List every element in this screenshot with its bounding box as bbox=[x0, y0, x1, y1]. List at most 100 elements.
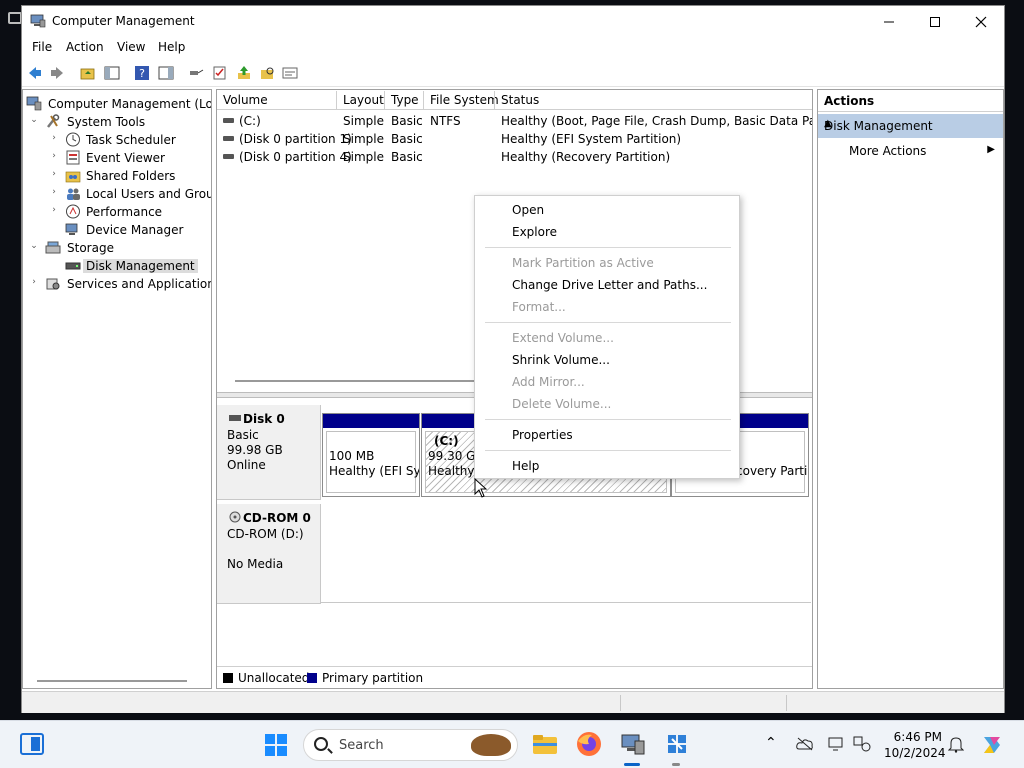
volume-row[interactable]: (Disk 0 partition 4) Simple Basic Health… bbox=[217, 148, 812, 166]
properties-icon[interactable] bbox=[282, 65, 298, 81]
chevron-right-icon[interactable]: › bbox=[49, 133, 59, 143]
actions-section-disk-management[interactable]: Disk Management ▲ bbox=[818, 114, 1003, 138]
menu-item-open[interactable]: Open bbox=[475, 199, 739, 221]
volume-row[interactable]: (Disk 0 partition 1) Simple Basic Health… bbox=[217, 130, 812, 148]
tree-item-event-viewer[interactable]: › Event Viewer bbox=[23, 149, 211, 167]
chevron-right-icon[interactable]: › bbox=[29, 277, 39, 287]
disk-drive-icon bbox=[65, 262, 81, 270]
connect-icon[interactable] bbox=[188, 65, 204, 81]
actions-pane: Actions Disk Management ▲ More Actions ▶ bbox=[817, 89, 1004, 689]
search-folder-icon[interactable] bbox=[260, 65, 276, 81]
system-clock[interactable]: 6:46 PM 10/2/2024 bbox=[884, 729, 946, 761]
column-status[interactable]: Status bbox=[501, 93, 539, 107]
network-status-icon[interactable] bbox=[853, 736, 871, 752]
menu-item-shrink-volume[interactable]: Shrink Volume... bbox=[475, 349, 739, 371]
more-actions-item[interactable]: More Actions ▶ bbox=[818, 140, 1003, 162]
column-file-system[interactable]: File System bbox=[430, 93, 499, 107]
firefox-icon[interactable] bbox=[576, 731, 602, 757]
volume-list-scrollbar[interactable] bbox=[235, 380, 475, 382]
notification-bell-icon[interactable] bbox=[948, 736, 964, 753]
storage-icon bbox=[45, 241, 61, 254]
tree-item-device-manager[interactable]: Device Manager bbox=[23, 221, 211, 239]
title-bar: Computer Management bbox=[22, 6, 1004, 37]
tree-item-storage[interactable]: ⌄ Storage bbox=[23, 239, 211, 257]
device-manager-icon bbox=[65, 223, 78, 235]
tree-item-shared-folders[interactable]: › Shared Folders bbox=[23, 167, 211, 185]
column-type[interactable]: Type bbox=[391, 93, 419, 107]
menu-action[interactable]: Action bbox=[66, 40, 104, 54]
tree-label-performance: Performance bbox=[86, 205, 163, 219]
chevron-down-icon[interactable]: ⌄ bbox=[29, 241, 39, 251]
tree-item-disk-management[interactable]: Disk Management bbox=[23, 257, 211, 275]
tree-item-root[interactable]: Computer Management (Local bbox=[23, 95, 211, 113]
copilot-icon[interactable] bbox=[980, 733, 1004, 757]
menu-item-explore[interactable]: Explore bbox=[475, 221, 739, 243]
menu-item-help[interactable]: Help bbox=[475, 455, 739, 477]
tree-label-device-manager: Device Manager bbox=[86, 223, 184, 237]
menu-item-change-drive-letter[interactable]: Change Drive Letter and Paths... bbox=[475, 274, 739, 296]
minimize-button[interactable] bbox=[866, 6, 912, 37]
tree-horizontal-scrollbar[interactable] bbox=[37, 680, 187, 682]
partition-efi[interactable]: 100 MB Healthy (EFI Sys bbox=[322, 413, 420, 497]
drive-icon bbox=[223, 154, 234, 159]
desktop-icon[interactable] bbox=[8, 12, 22, 24]
close-button[interactable] bbox=[958, 6, 1004, 37]
menu-file[interactable]: File bbox=[32, 40, 52, 54]
partition-context-menu: Open Explore Mark Partition as Active Ch… bbox=[474, 195, 740, 479]
menu-item-format: Format... bbox=[512, 300, 566, 314]
tree-item-services[interactable]: › Services and Applications bbox=[23, 275, 211, 293]
show-hide-action-pane-icon[interactable] bbox=[158, 65, 174, 81]
computer-management-icon bbox=[26, 96, 42, 111]
cdrom-0-label[interactable]: CD-ROM 0 CD-ROM (D:) No Media bbox=[217, 504, 321, 604]
chevron-down-icon[interactable]: ⌄ bbox=[29, 115, 39, 125]
chevron-right-icon[interactable]: › bbox=[49, 169, 59, 179]
volume-status: Healthy (EFI System Partition) bbox=[501, 132, 682, 146]
tree-item-system-tools[interactable]: ⌄ System Tools bbox=[23, 113, 211, 131]
cloud-offline-icon[interactable] bbox=[796, 737, 814, 751]
performance-icon bbox=[66, 204, 80, 219]
computer-management-taskbar-icon[interactable] bbox=[620, 731, 646, 757]
search-placeholder: Search bbox=[339, 738, 384, 753]
computer-management-icon bbox=[30, 14, 46, 28]
tree-item-local-users[interactable]: › Local Users and Groups bbox=[23, 185, 211, 203]
network-app-icon[interactable] bbox=[664, 731, 690, 757]
maximize-button[interactable] bbox=[912, 6, 958, 37]
chevron-up-icon[interactable]: ⌃ bbox=[765, 735, 777, 751]
help-icon[interactable]: ? bbox=[134, 65, 150, 81]
file-explorer-icon[interactable] bbox=[532, 731, 558, 757]
show-hide-console-tree-icon[interactable] bbox=[104, 65, 120, 81]
close-icon bbox=[975, 16, 987, 27]
start-button[interactable] bbox=[265, 734, 287, 756]
legend-unallocated-swatch bbox=[223, 673, 233, 683]
widgets-icon[interactable] bbox=[20, 733, 44, 755]
taskbar-search-box[interactable]: Search bbox=[303, 729, 518, 761]
disk-0-state: Online bbox=[227, 458, 266, 472]
volume-row[interactable]: (C:) Simple Basic NTFS Healthy (Boot, Pa… bbox=[217, 112, 812, 130]
status-bar bbox=[22, 691, 1004, 713]
menu-help[interactable]: Help bbox=[158, 40, 185, 54]
partition-recovery-status: covery Parti bbox=[736, 464, 808, 478]
collapse-up-icon[interactable]: ▲ bbox=[824, 118, 995, 129]
column-layout[interactable]: Layout bbox=[343, 93, 384, 107]
menu-view[interactable]: View bbox=[117, 40, 145, 54]
chevron-right-icon[interactable]: › bbox=[49, 151, 59, 161]
services-icon bbox=[46, 278, 60, 290]
column-volume[interactable]: Volume bbox=[223, 93, 268, 107]
checklist-icon[interactable] bbox=[212, 65, 228, 81]
up-folder-icon[interactable] bbox=[80, 65, 96, 81]
window-title: Computer Management bbox=[52, 14, 195, 28]
chevron-right-icon[interactable]: › bbox=[49, 187, 59, 197]
menu-item-properties[interactable]: Properties bbox=[475, 424, 739, 446]
display-icon[interactable] bbox=[828, 736, 844, 752]
forward-arrow-icon[interactable] bbox=[49, 65, 65, 81]
tree-label-shared-folders: Shared Folders bbox=[86, 169, 176, 183]
disk-icon bbox=[229, 415, 241, 421]
export-up-icon[interactable] bbox=[236, 65, 252, 81]
volume-name: (Disk 0 partition 1) bbox=[239, 132, 352, 146]
tree-item-task-scheduler[interactable]: › Task Scheduler bbox=[23, 131, 211, 149]
clock-icon bbox=[66, 132, 80, 147]
back-arrow-icon[interactable] bbox=[27, 65, 43, 81]
disk-0-label[interactable]: Disk 0 Basic 99.98 GB Online bbox=[217, 405, 321, 500]
chevron-right-icon[interactable]: › bbox=[49, 205, 59, 215]
tree-item-performance[interactable]: › Performance bbox=[23, 203, 211, 221]
